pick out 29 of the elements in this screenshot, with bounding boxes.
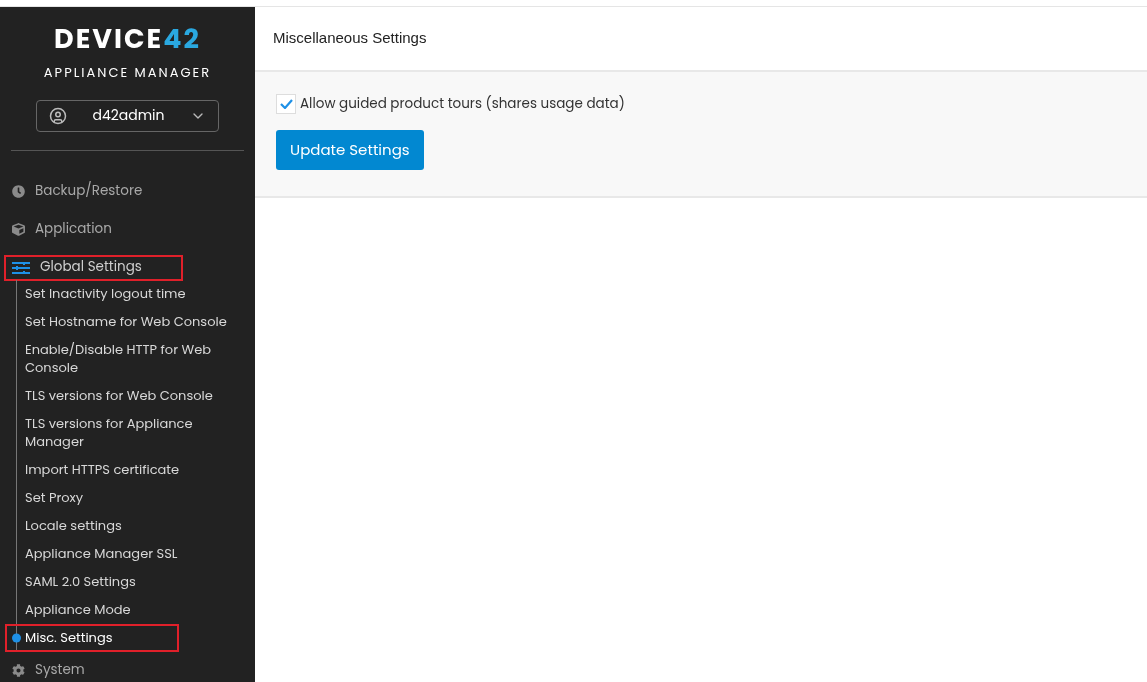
sliders-icon	[12, 261, 30, 274]
nav-item[interactable]: Global Settings	[4, 254, 183, 281]
submenu-item[interactable]: Import HTTPS certificate	[5, 455, 255, 484]
update-settings-button[interactable]: Update Settings	[276, 130, 424, 171]
submenu-item[interactable]: Set Proxy	[5, 483, 255, 512]
submenu-item[interactable]: TLS versions for Web Console	[5, 381, 255, 410]
nav-item[interactable]: System	[4, 657, 183, 682]
app-subtitle: APPLIANCE MANAGER	[43, 63, 212, 83]
page-title: Miscellaneous Settings	[273, 28, 427, 49]
user-icon	[49, 106, 67, 125]
submenu-item[interactable]: Appliance Mode	[5, 595, 255, 624]
user-dropdown[interactable]: d42admin	[36, 99, 219, 132]
submenu-item[interactable]: Locale settings	[5, 511, 255, 540]
submenu-item[interactable]: Misc. Settings	[5, 623, 179, 652]
submenu-item[interactable]: TLS versions for Appliance Manager	[5, 409, 255, 456]
submenu-item[interactable]: Set Inactivity logout time	[5, 279, 255, 308]
submenu-item[interactable]: Enable/Disable HTTP for Web Console	[5, 335, 255, 382]
logo: DEVICE42	[54, 25, 201, 52]
nav-item[interactable]: Application	[4, 216, 183, 243]
submenu-item[interactable]: SAML 2.0 Settings	[5, 567, 255, 596]
clock-icon	[12, 185, 25, 198]
submenu-item[interactable]: Set Hostname for Web Console	[5, 307, 255, 336]
checkbox-label: Allow guided product tours (shares usage data)	[300, 94, 625, 115]
check-icon	[279, 99, 293, 110]
nav-item[interactable]: Backup/Restore	[4, 178, 183, 205]
checkbox[interactable]	[276, 94, 296, 115]
cube-icon	[12, 223, 25, 236]
settings-icon	[12, 664, 25, 677]
submenu-item[interactable]: Appliance Manager SSL	[5, 539, 255, 568]
